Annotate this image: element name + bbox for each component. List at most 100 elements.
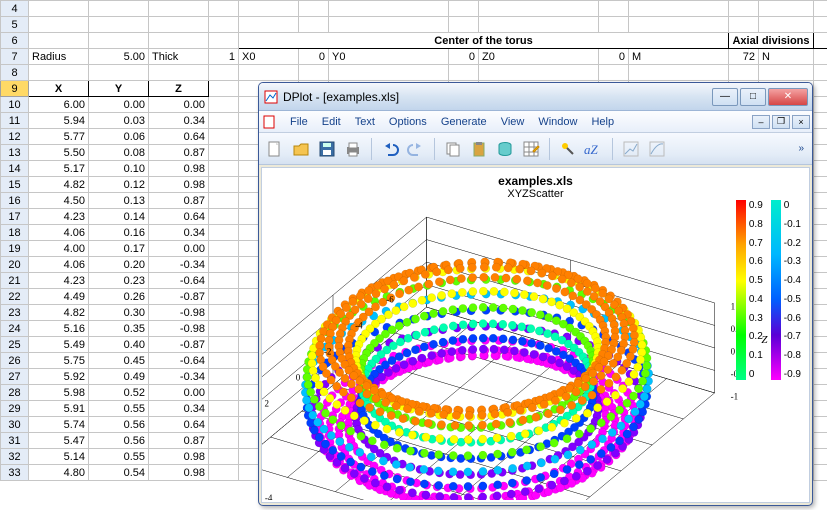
- cell[interactable]: [239, 17, 299, 33]
- tool-icon[interactable]: [556, 137, 580, 161]
- cell[interactable]: [209, 161, 239, 177]
- cell[interactable]: 4.06: [29, 257, 89, 273]
- row-header[interactable]: 19: [1, 241, 29, 257]
- cell[interactable]: [814, 417, 827, 433]
- cell[interactable]: 0.98: [149, 449, 209, 465]
- cell[interactable]: 0.16: [89, 225, 149, 241]
- row-header[interactable]: 5: [1, 17, 29, 33]
- cell[interactable]: 0.56: [89, 433, 149, 449]
- menu-text[interactable]: Text: [348, 114, 382, 130]
- cell[interactable]: 5.14: [29, 449, 89, 465]
- row-header[interactable]: 28: [1, 385, 29, 401]
- cell[interactable]: 0.87: [149, 433, 209, 449]
- cell[interactable]: [209, 225, 239, 241]
- cell[interactable]: 0: [299, 49, 329, 65]
- cell[interactable]: [449, 1, 479, 17]
- cell[interactable]: 0.98: [149, 177, 209, 193]
- cell[interactable]: [149, 17, 209, 33]
- row-header[interactable]: 23: [1, 305, 29, 321]
- row-header[interactable]: 21: [1, 273, 29, 289]
- cell[interactable]: 0.23: [89, 273, 149, 289]
- cell[interactable]: 5.00: [89, 49, 149, 65]
- cell[interactable]: X0: [239, 49, 299, 65]
- cell[interactable]: [299, 17, 329, 33]
- row-header[interactable]: 9: [1, 81, 29, 97]
- menu-window[interactable]: Window: [531, 114, 584, 130]
- cell[interactable]: [89, 33, 149, 49]
- cell[interactable]: 0.40: [89, 337, 149, 353]
- cell[interactable]: Z: [149, 81, 209, 97]
- cell[interactable]: 0.55: [89, 449, 149, 465]
- cell[interactable]: [759, 17, 814, 33]
- cell[interactable]: 4.82: [29, 177, 89, 193]
- cell[interactable]: [209, 33, 239, 49]
- cell[interactable]: 5.17: [29, 161, 89, 177]
- cell[interactable]: [209, 369, 239, 385]
- dplot-plot-area[interactable]: examples.xls XYZScatter -6-4-20246-6-4-2…: [261, 167, 810, 503]
- cell[interactable]: 0.03: [89, 113, 149, 129]
- cell[interactable]: [814, 81, 827, 97]
- cell[interactable]: 5.47: [29, 433, 89, 449]
- cell[interactable]: [814, 33, 827, 49]
- cell[interactable]: [209, 145, 239, 161]
- cell[interactable]: 0.98: [149, 161, 209, 177]
- cell[interactable]: 0.13: [89, 193, 149, 209]
- cell[interactable]: [479, 1, 599, 17]
- undo-icon[interactable]: [378, 137, 402, 161]
- cell[interactable]: 5.74: [29, 417, 89, 433]
- cell[interactable]: Thick: [149, 49, 209, 65]
- cell[interactable]: [814, 433, 827, 449]
- cell[interactable]: [209, 241, 239, 257]
- row-header[interactable]: 16: [1, 193, 29, 209]
- cell[interactable]: [209, 321, 239, 337]
- cell[interactable]: [209, 401, 239, 417]
- cell[interactable]: [299, 65, 329, 81]
- open-folder-icon[interactable]: [289, 137, 313, 161]
- cell[interactable]: [209, 81, 239, 97]
- cell[interactable]: [209, 113, 239, 129]
- cell[interactable]: [814, 385, 827, 401]
- cell[interactable]: [629, 17, 729, 33]
- cell[interactable]: [814, 193, 827, 209]
- row-header[interactable]: 4: [1, 1, 29, 17]
- cell[interactable]: 5.98: [29, 385, 89, 401]
- cell[interactable]: [814, 241, 827, 257]
- cell[interactable]: [329, 65, 449, 81]
- cell[interactable]: 72: [729, 49, 759, 65]
- mdi-restore-button[interactable]: ❐: [772, 115, 790, 129]
- cell[interactable]: [29, 65, 89, 81]
- menu-help[interactable]: Help: [584, 114, 621, 130]
- cell[interactable]: [599, 1, 629, 17]
- cell[interactable]: 0.49: [89, 369, 149, 385]
- cell[interactable]: [209, 193, 239, 209]
- cell[interactable]: [479, 17, 599, 33]
- cell[interactable]: 0.08: [89, 145, 149, 161]
- row-header[interactable]: 33: [1, 465, 29, 481]
- cell[interactable]: 6.00: [29, 97, 89, 113]
- cell[interactable]: 0.35: [89, 321, 149, 337]
- cell[interactable]: [814, 305, 827, 321]
- cell[interactable]: 5.75: [29, 353, 89, 369]
- cell[interactable]: 0.64: [149, 417, 209, 433]
- cell[interactable]: [814, 177, 827, 193]
- cell[interactable]: [814, 97, 827, 113]
- cell[interactable]: [209, 337, 239, 353]
- cell[interactable]: [209, 465, 239, 481]
- cell[interactable]: Y: [89, 81, 149, 97]
- log-plot-icon[interactable]: [645, 137, 669, 161]
- cell[interactable]: [814, 161, 827, 177]
- redo-icon[interactable]: [404, 137, 428, 161]
- cell[interactable]: -0.98: [149, 321, 209, 337]
- cell[interactable]: [239, 65, 299, 81]
- cell[interactable]: [449, 17, 479, 33]
- cell[interactable]: [89, 1, 149, 17]
- cell[interactable]: 5.92: [29, 369, 89, 385]
- cell[interactable]: 0.06: [89, 129, 149, 145]
- cell[interactable]: 0.00: [149, 97, 209, 113]
- cell[interactable]: 4.82: [29, 305, 89, 321]
- cell[interactable]: [209, 257, 239, 273]
- menu-edit[interactable]: Edit: [315, 114, 348, 130]
- cell[interactable]: 5.94: [29, 113, 89, 129]
- cell[interactable]: [209, 353, 239, 369]
- cell[interactable]: -0.98: [149, 305, 209, 321]
